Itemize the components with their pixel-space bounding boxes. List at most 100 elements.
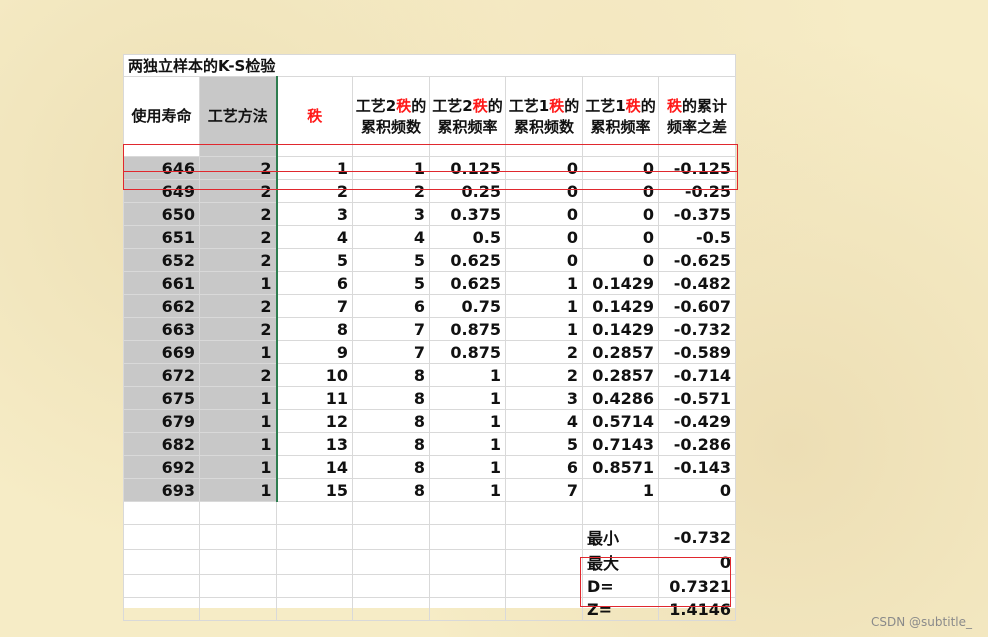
cell-rank[interactable]: 14 (276, 455, 353, 479)
cell-p1-cum-freq[interactable]: 0.2857 (582, 340, 659, 364)
cell-cum-freq-diff[interactable]: -0.482 (658, 271, 736, 295)
header-process[interactable]: 工艺方法 (199, 76, 278, 157)
empty-cell[interactable] (429, 574, 506, 598)
cell-p2-cum-freq[interactable]: 0.625 (429, 271, 506, 295)
cell-p1-cum-freq[interactable]: 1 (582, 478, 659, 502)
header-p1-cum-count[interactable]: 工艺1秩的累积频数 (505, 76, 583, 157)
empty-cell[interactable] (505, 549, 583, 575)
cell-p2-cum-count[interactable]: 5 (352, 248, 430, 272)
cell-lifetime[interactable]: 672 (123, 363, 200, 387)
cell-lifetime[interactable]: 679 (123, 409, 200, 433)
cell-p2-cum-count[interactable]: 1 (352, 156, 430, 180)
empty-cell[interactable] (352, 549, 430, 575)
cell-cum-freq-diff[interactable]: -0.429 (658, 409, 736, 433)
cell-p1-cum-freq[interactable]: 0.1429 (582, 294, 659, 318)
cell-p1-cum-freq[interactable]: 0.1429 (582, 271, 659, 295)
cell-rank[interactable]: 4 (276, 225, 353, 249)
cell-p1-cum-freq[interactable]: 0.4286 (582, 386, 659, 410)
summary-label[interactable]: 最大 (582, 549, 659, 575)
summary-label[interactable]: Z= (582, 597, 659, 621)
header-lifetime[interactable]: 使用寿命 (123, 76, 200, 157)
cell-p1-cum-freq[interactable]: 0 (582, 202, 659, 226)
cell-cum-freq-diff[interactable]: -0.714 (658, 363, 736, 387)
cell-p1-cum-freq[interactable]: 0 (582, 179, 659, 203)
empty-cell[interactable] (199, 524, 277, 550)
cell-process[interactable]: 1 (199, 432, 278, 456)
cell-lifetime[interactable]: 652 (123, 248, 200, 272)
cell-p1-cum-freq[interactable]: 0 (582, 156, 659, 180)
empty-cell[interactable] (429, 597, 506, 621)
cell-lifetime[interactable]: 646 (123, 156, 200, 180)
empty-cell[interactable] (123, 574, 200, 598)
empty-cell[interactable] (199, 549, 277, 575)
cell-lifetime[interactable]: 661 (123, 271, 200, 295)
summary-value[interactable]: -0.732 (658, 524, 736, 550)
cell-lifetime[interactable]: 693 (123, 478, 200, 502)
cell-cum-freq-diff[interactable]: -0.5 (658, 225, 736, 249)
cell-cum-freq-diff[interactable]: -0.625 (658, 248, 736, 272)
cell-p2-cum-freq[interactable]: 1 (429, 432, 506, 456)
cell-rank[interactable]: 10 (276, 363, 353, 387)
cell-p1-cum-count[interactable]: 1 (505, 271, 583, 295)
cell-lifetime[interactable]: 649 (123, 179, 200, 203)
sheet-title[interactable]: 两独立样本的K-S检验 (123, 54, 736, 77)
cell-p2-cum-count[interactable]: 5 (352, 271, 430, 295)
cell-rank[interactable]: 6 (276, 271, 353, 295)
empty-cell[interactable] (352, 501, 430, 525)
cell-p2-cum-freq[interactable]: 0.75 (429, 294, 506, 318)
cell-p1-cum-count[interactable]: 0 (505, 202, 583, 226)
summary-value[interactable]: 0.7321 (658, 574, 736, 598)
cell-rank[interactable]: 3 (276, 202, 353, 226)
cell-p2-cum-freq[interactable]: 1 (429, 478, 506, 502)
empty-cell[interactable] (123, 501, 200, 525)
summary-value[interactable]: 0 (658, 549, 736, 575)
cell-p1-cum-freq[interactable]: 0.7143 (582, 432, 659, 456)
cell-process[interactable]: 1 (199, 455, 278, 479)
cell-p2-cum-count[interactable]: 8 (352, 478, 430, 502)
cell-p2-cum-count[interactable]: 3 (352, 202, 430, 226)
empty-cell[interactable] (276, 574, 353, 598)
cell-lifetime[interactable]: 650 (123, 202, 200, 226)
empty-cell[interactable] (429, 524, 506, 550)
cell-cum-freq-diff[interactable]: -0.375 (658, 202, 736, 226)
empty-cell[interactable] (123, 549, 200, 575)
cell-cum-freq-diff[interactable]: -0.607 (658, 294, 736, 318)
summary-value[interactable]: 1.4146 (658, 597, 736, 621)
summary-label[interactable]: 最小 (582, 524, 659, 550)
cell-process[interactable]: 1 (199, 271, 278, 295)
cell-rank[interactable]: 13 (276, 432, 353, 456)
empty-cell[interactable] (582, 501, 659, 525)
empty-cell[interactable] (505, 574, 583, 598)
cell-p2-cum-freq[interactable]: 1 (429, 363, 506, 387)
cell-process[interactable]: 1 (199, 478, 278, 502)
cell-p1-cum-freq[interactable]: 0.2857 (582, 363, 659, 387)
cell-process[interactable]: 2 (199, 317, 278, 341)
empty-cell[interactable] (199, 574, 277, 598)
header-cum-freq-diff[interactable]: 秩的累计频率之差 (658, 76, 736, 157)
cell-p1-cum-count[interactable]: 6 (505, 455, 583, 479)
cell-p1-cum-count[interactable]: 2 (505, 340, 583, 364)
cell-process[interactable]: 2 (199, 202, 278, 226)
cell-cum-freq-diff[interactable]: -0.286 (658, 432, 736, 456)
cell-lifetime[interactable]: 692 (123, 455, 200, 479)
cell-process[interactable]: 2 (199, 225, 278, 249)
cell-p1-cum-count[interactable]: 2 (505, 363, 583, 387)
empty-cell[interactable] (276, 524, 353, 550)
cell-p1-cum-count[interactable]: 5 (505, 432, 583, 456)
cell-p1-cum-freq[interactable]: 0.8571 (582, 455, 659, 479)
cell-p1-cum-count[interactable]: 1 (505, 294, 583, 318)
cell-p1-cum-freq[interactable]: 0 (582, 248, 659, 272)
empty-cell[interactable] (658, 501, 736, 525)
cell-p2-cum-freq[interactable]: 0.25 (429, 179, 506, 203)
cell-process[interactable]: 2 (199, 294, 278, 318)
cell-rank[interactable]: 11 (276, 386, 353, 410)
empty-cell[interactable] (123, 597, 200, 621)
cell-p2-cum-freq[interactable]: 0.125 (429, 156, 506, 180)
cell-cum-freq-diff[interactable]: -0.125 (658, 156, 736, 180)
header-rank[interactable]: 秩 (276, 76, 353, 157)
cell-p1-cum-count[interactable]: 0 (505, 179, 583, 203)
cell-p1-cum-freq[interactable]: 0.1429 (582, 317, 659, 341)
cell-rank[interactable]: 5 (276, 248, 353, 272)
cell-p2-cum-freq[interactable]: 1 (429, 409, 506, 433)
cell-cum-freq-diff[interactable]: -0.571 (658, 386, 736, 410)
